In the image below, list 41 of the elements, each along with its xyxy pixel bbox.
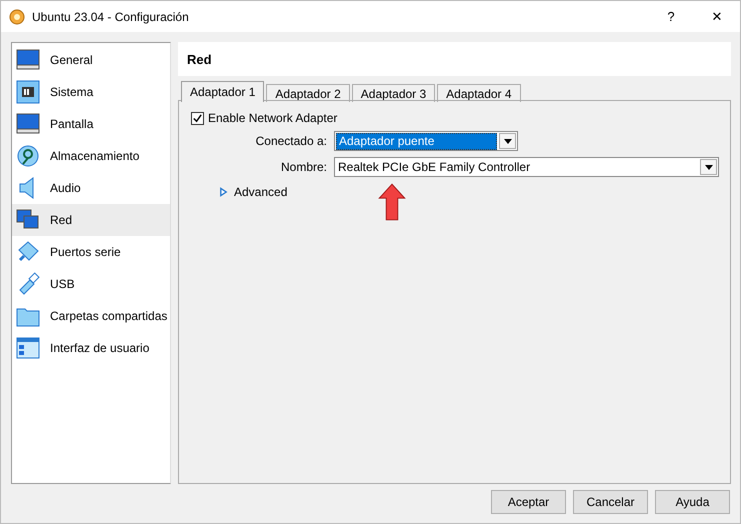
checkbox-label: Enable Network Adapter <box>208 111 338 125</box>
monitor-icon <box>16 48 40 72</box>
field-label: Nombre: <box>280 160 328 174</box>
monitor-icon <box>16 112 40 136</box>
tab[interactable]: Adaptador 2 <box>266 84 350 102</box>
disk-icon <box>16 144 40 168</box>
sidebar-item[interactable]: Pantalla <box>12 108 170 140</box>
sidebar-item[interactable]: Carpetas compartidas <box>12 300 170 332</box>
connector-icon <box>16 240 40 264</box>
sidebar-item[interactable]: Red <box>12 204 170 236</box>
dropdown-value: Adaptador puente <box>336 132 497 150</box>
caret-icon <box>504 138 512 144</box>
sidebar-item[interactable]: General <box>12 44 170 76</box>
help-button[interactable]: Ayuda <box>655 490 730 514</box>
sidebar-item[interactable]: Almacenamiento <box>12 140 170 172</box>
chip-icon <box>16 80 40 104</box>
field-label: Conectado a: <box>254 134 328 148</box>
dropdown[interactable]: Realtek PCIe GbE Family Controller <box>334 157 719 177</box>
checkbox[interactable] <box>191 112 204 124</box>
dropdown[interactable]: Adaptador puente <box>334 131 518 151</box>
window-icon <box>16 336 40 360</box>
cancel-button[interactable]: Cancelar <box>573 490 648 514</box>
sidebar-item[interactable]: Puertos serie <box>12 236 170 268</box>
window-title: Ubuntu 23.04 - Configuración <box>32 10 189 24</box>
sidebar-item[interactable]: Audio <box>12 172 170 204</box>
sidebar-item[interactable]: Interfaz de usuario <box>12 332 170 364</box>
app-icon <box>9 8 25 24</box>
arrow-icon <box>378 182 406 222</box>
help-button[interactable]: ? <box>648 1 694 32</box>
page-title: Red <box>187 52 212 66</box>
expand-icon <box>219 187 228 197</box>
tab[interactable]: Adaptador 1 <box>181 81 264 102</box>
sidebar-item[interactable]: USB <box>12 268 170 300</box>
advanced-toggle[interactable]: Advanced <box>219 185 730 199</box>
close-button[interactable]: ✕ <box>694 1 740 32</box>
sidebar-item[interactable]: Sistema <box>12 76 170 108</box>
dropdown-value: Realtek PCIe GbE Family Controller <box>337 160 532 174</box>
tab[interactable]: Adaptador 3 <box>352 84 436 102</box>
caret-icon <box>704 164 712 170</box>
accept-button[interactable]: Aceptar <box>491 490 566 514</box>
tab[interactable]: Adaptador 4 <box>437 84 521 102</box>
